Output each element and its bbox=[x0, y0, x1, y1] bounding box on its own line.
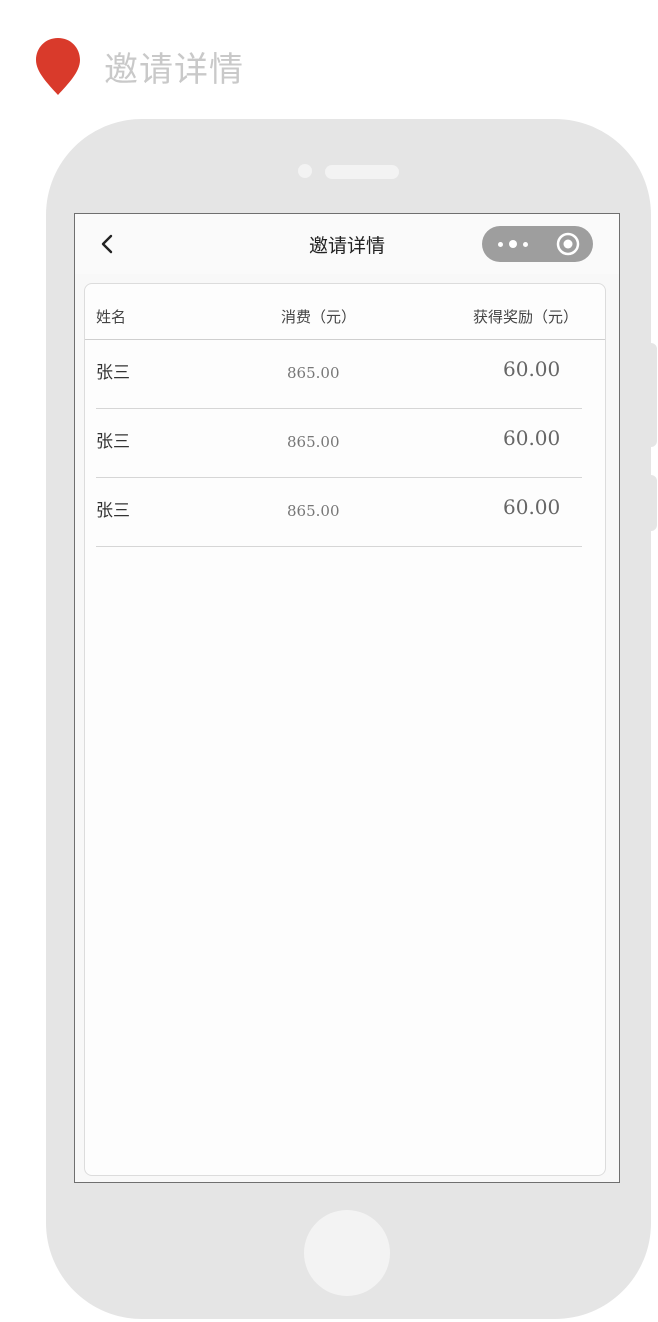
cell-name: 张三 bbox=[96, 501, 130, 521]
more-dots-icon[interactable] bbox=[498, 226, 528, 262]
location-pin-icon bbox=[36, 38, 80, 95]
phone-home-button bbox=[304, 1210, 390, 1296]
invite-table-card: 姓名 消费（元） 获得奖励（元） 张三 865.00 60.00 张三 865.… bbox=[84, 283, 606, 1176]
cell-name: 张三 bbox=[96, 432, 130, 452]
phone-screen: 邀请详情 姓名 消费（元） 获得奖励（元） 张三 865.00 60.00 张三… bbox=[74, 213, 620, 1183]
cell-reward: 60.00 bbox=[503, 357, 561, 381]
page-label-text: 邀请详情 bbox=[104, 49, 244, 90]
cell-spend: 865.00 bbox=[287, 364, 340, 382]
table-row: 张三 865.00 60.00 bbox=[96, 409, 582, 478]
phone-side-button bbox=[651, 475, 657, 531]
phone-side-button bbox=[651, 343, 657, 447]
cell-spend: 865.00 bbox=[287, 433, 340, 451]
table-row: 张三 865.00 60.00 bbox=[96, 478, 582, 547]
header-spend: 消费（元） bbox=[281, 308, 357, 326]
cell-reward: 60.00 bbox=[503, 426, 561, 450]
page-label: 邀请详情 bbox=[34, 36, 244, 96]
cell-reward: 60.00 bbox=[503, 495, 561, 519]
mini-program-capsule bbox=[482, 226, 593, 262]
back-button[interactable] bbox=[95, 232, 119, 256]
table-row: 张三 865.00 60.00 bbox=[96, 340, 582, 409]
target-circle-icon[interactable] bbox=[556, 232, 580, 256]
table-header: 姓名 消费（元） 获得奖励（元） bbox=[85, 284, 605, 340]
header-name: 姓名 bbox=[96, 308, 127, 326]
cell-name: 张三 bbox=[96, 363, 130, 383]
header-reward: 获得奖励（元） bbox=[473, 308, 579, 326]
cell-spend: 865.00 bbox=[287, 502, 340, 520]
phone-camera bbox=[298, 164, 312, 178]
nav-bar: 邀请详情 bbox=[75, 214, 619, 274]
chevron-left-icon bbox=[101, 234, 113, 254]
phone-speaker bbox=[325, 165, 399, 179]
